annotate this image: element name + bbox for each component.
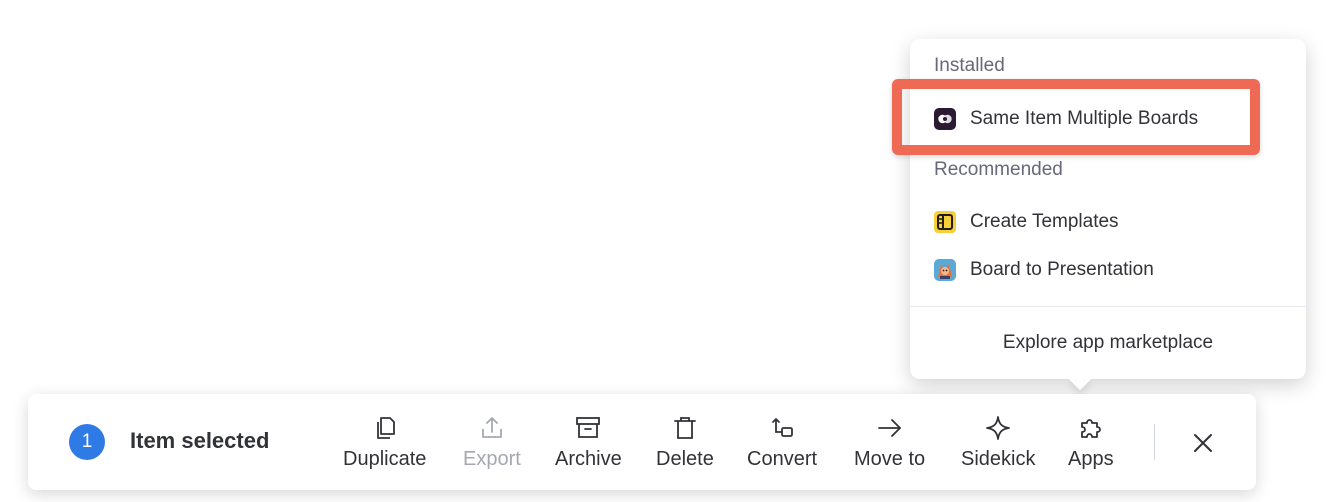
trash-icon xyxy=(674,417,696,439)
menu-item-label: Same Item Multiple Boards xyxy=(970,108,1199,129)
menu-caret xyxy=(1068,367,1092,391)
sidekick-label: Sidekick xyxy=(961,448,1036,470)
apps-menu: Installed Same Item Multiple Boards Reco… xyxy=(910,39,1306,391)
sparkle-icon xyxy=(986,416,1011,440)
export-icon xyxy=(482,417,502,438)
archive-button[interactable]: Archive xyxy=(555,414,622,474)
explore-app-marketplace-link[interactable]: Explore app marketplace xyxy=(910,323,1306,363)
page: Installed Same Item Multiple Boards Reco… xyxy=(0,0,1330,502)
arrow-right-icon xyxy=(877,419,901,437)
archive-label: Archive xyxy=(555,448,622,470)
move-to-button[interactable]: Move to xyxy=(854,414,925,474)
recommended-section-title: Recommended xyxy=(934,159,1063,180)
menu-item-label: Create Templates xyxy=(970,211,1119,232)
duplicate-label: Duplicate xyxy=(343,448,427,470)
board-to-presentation-icon xyxy=(934,259,956,281)
selected-count-badge: 1 xyxy=(69,424,105,460)
duplicate-button[interactable]: Duplicate xyxy=(343,414,426,474)
delete-label: Delete xyxy=(656,448,714,470)
menu-item-label: Board to Presentation xyxy=(970,259,1154,280)
convert-icon xyxy=(772,418,793,437)
sidekick-button[interactable]: Sidekick xyxy=(961,414,1035,474)
convert-button[interactable]: Convert xyxy=(747,414,817,474)
create-templates-icon xyxy=(934,211,956,233)
menu-item-same-item-multiple-boards[interactable]: Same Item Multiple Boards xyxy=(924,99,1292,139)
bar-divider xyxy=(1154,424,1155,460)
close-icon[interactable] xyxy=(1188,428,1218,458)
menu-item-board-to-presentation[interactable]: Board to Presentation xyxy=(924,250,1292,290)
installed-section-title: Installed xyxy=(934,55,1005,76)
archive-icon xyxy=(576,417,601,438)
convert-label: Convert xyxy=(747,448,818,470)
apps-button[interactable]: Apps xyxy=(1068,414,1114,474)
export-label: Export xyxy=(463,448,521,470)
menu-item-create-templates[interactable]: Create Templates xyxy=(924,202,1292,242)
apps-label: Apps xyxy=(1068,448,1114,470)
selected-label: Item selected xyxy=(130,428,270,453)
delete-button[interactable]: Delete xyxy=(656,414,714,474)
same-item-multiple-boards-icon xyxy=(934,108,956,130)
puzzle-icon xyxy=(1080,419,1101,438)
export-button[interactable]: Export xyxy=(463,414,521,474)
move-to-label: Move to xyxy=(854,448,926,470)
batch-action-bar: 1 Item selected Duplicate Export Archive… xyxy=(28,394,1256,490)
duplicate-icon xyxy=(376,417,395,439)
menu-divider xyxy=(910,306,1306,307)
